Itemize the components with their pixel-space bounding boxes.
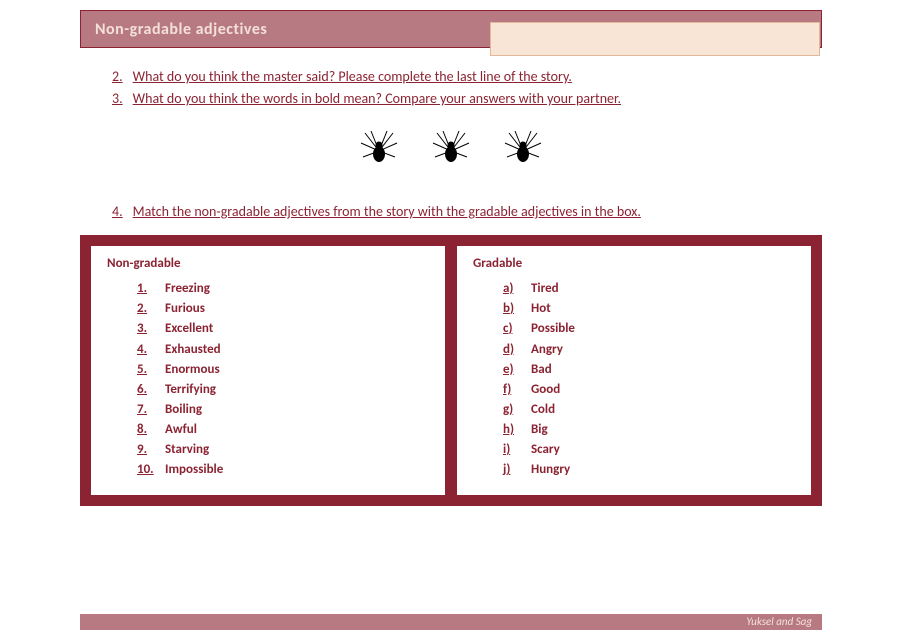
- header-right-box: [490, 22, 820, 56]
- list-item: d) Angry: [503, 340, 795, 360]
- gradable-panel: Gradable a)Tiredb)Hotc)Possibled)Angrye)…: [456, 245, 812, 495]
- list-item: 4. Exhausted: [137, 340, 429, 360]
- list-word: Tired: [531, 279, 559, 299]
- spider-icon: [501, 129, 545, 173]
- list-marker: j): [503, 460, 523, 480]
- list-word: Excellent: [165, 319, 213, 339]
- gradable-list: a) Tired b) Hot c) Possible d) Angry e) Bad f) Good…: [503, 279, 795, 480]
- list-item: 1. Freezing: [137, 279, 429, 299]
- question-number: 3.: [112, 88, 123, 110]
- question-number: 2.: [112, 66, 123, 88]
- list-marker: i): [503, 440, 523, 460]
- list-word: Hot: [531, 299, 551, 319]
- list-item: f) Good: [503, 380, 795, 400]
- worksheet-title: Non-gradable adjectives: [95, 20, 267, 39]
- question-4-block: 4. Match the non-gradable adjectives fro…: [112, 201, 902, 223]
- list-marker: 4.: [137, 340, 157, 360]
- list-word: Starving: [165, 440, 209, 460]
- list-item: 3. Excellent: [137, 319, 429, 339]
- list-word: Freezing: [165, 279, 210, 299]
- list-item: 10. Impossible: [137, 460, 429, 480]
- non-gradable-panel: Non-gradable 1. Freezing 2. Furious 3. Excell…: [90, 245, 446, 495]
- list-word: Scary: [531, 440, 560, 460]
- list-marker: d): [503, 340, 523, 360]
- questions-block: 2. What do you think the master said? Pl…: [112, 66, 902, 111]
- list-item: g) Cold: [503, 400, 795, 420]
- question-2: 2. What do you think the master said? Pl…: [112, 66, 902, 88]
- footer-text: Yuksel and Sag: [746, 615, 812, 628]
- list-word: Bad: [531, 360, 552, 380]
- list-item: 5. Enormous: [137, 360, 429, 380]
- non-gradable-title: Non-gradable: [107, 256, 429, 271]
- question-3: 3. What do you think the words in bold m…: [112, 88, 902, 110]
- list-word: Furious: [165, 299, 205, 319]
- question-text: Match the non-gradable adjectives from t…: [133, 201, 641, 223]
- list-marker: 7.: [137, 400, 157, 420]
- question-4: 4. Match the non-gradable adjectives fro…: [112, 201, 902, 223]
- list-word: Cold: [531, 400, 555, 420]
- non-gradable-list: 1. Freezing 2. Furious 3. Excellent 4. Exhauste…: [137, 279, 429, 480]
- question-text: What do you think the words in bold mean…: [133, 88, 621, 110]
- list-item: j) Hungry: [503, 460, 795, 480]
- list-marker: h): [503, 420, 523, 440]
- spider-images-row: [0, 129, 902, 173]
- list-word: Enormous: [165, 360, 220, 380]
- list-item: h) Big: [503, 420, 795, 440]
- list-marker: a): [503, 279, 523, 299]
- spider-icon: [429, 129, 473, 173]
- list-marker: 8.: [137, 420, 157, 440]
- list-item: a) Tired: [503, 279, 795, 299]
- list-item: 8. Awful: [137, 420, 429, 440]
- list-item: 2. Furious: [137, 299, 429, 319]
- list-item: b) Hot: [503, 299, 795, 319]
- list-item: 6. Terrifying: [137, 380, 429, 400]
- list-word: Impossible: [165, 460, 223, 480]
- list-item: c) Possible: [503, 319, 795, 339]
- list-marker: 5.: [137, 360, 157, 380]
- list-marker: 3.: [137, 319, 157, 339]
- list-marker: 6.: [137, 380, 157, 400]
- list-word: Big: [531, 420, 548, 440]
- spider-icon: [357, 129, 401, 173]
- list-marker: 2.: [137, 299, 157, 319]
- list-marker: 9.: [137, 440, 157, 460]
- list-item: i) Scary: [503, 440, 795, 460]
- list-word: Angry: [531, 340, 563, 360]
- list-word: Possible: [531, 319, 575, 339]
- question-number: 4.: [112, 201, 123, 223]
- list-word: Hungry: [531, 460, 570, 480]
- list-word: Awful: [165, 420, 197, 440]
- list-word: Terrifying: [165, 380, 216, 400]
- list-item: 7. Boiling: [137, 400, 429, 420]
- list-marker: b): [503, 299, 523, 319]
- list-item: e) Bad: [503, 360, 795, 380]
- list-marker: f): [503, 380, 523, 400]
- list-marker: 1.: [137, 279, 157, 299]
- list-marker: g): [503, 400, 523, 420]
- question-text: What do you think the master said? Pleas…: [133, 66, 572, 88]
- gradable-title: Gradable: [473, 256, 795, 271]
- list-word: Good: [531, 380, 560, 400]
- list-marker: c): [503, 319, 523, 339]
- list-marker: 10.: [137, 460, 157, 480]
- list-word: Exhausted: [165, 340, 221, 360]
- list-word: Boiling: [165, 400, 202, 420]
- matching-exercise-box: Non-gradable 1. Freezing 2. Furious 3. Excell…: [80, 235, 822, 505]
- list-marker: e): [503, 360, 523, 380]
- footer-bar: Yuksel and Sag: [80, 614, 822, 630]
- list-item: 9. Starving: [137, 440, 429, 460]
